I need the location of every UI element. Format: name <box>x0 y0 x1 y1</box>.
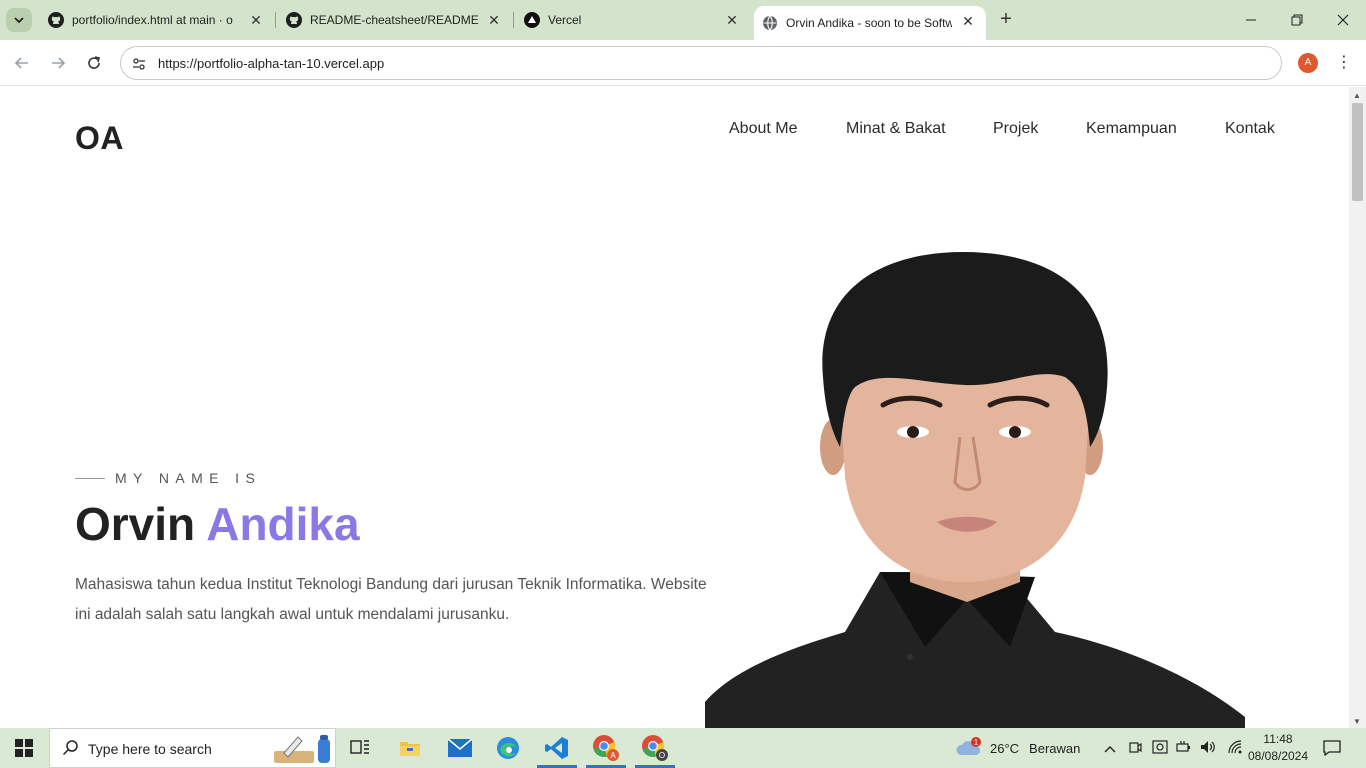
browser-toolbar: https://portfolio-alpha-tan-10.vercel.ap… <box>0 40 1366 86</box>
mail-button[interactable] <box>436 728 484 768</box>
minimize-button[interactable] <box>1228 0 1274 40</box>
antivirus-icon[interactable] <box>1152 739 1168 757</box>
clock-date: 08/08/2024 <box>1247 749 1309 763</box>
windows-logo-icon <box>15 739 33 757</box>
weather-widget[interactable]: 1 26°C Berawan <box>956 728 1080 768</box>
battery-plug-icon[interactable] <box>1176 740 1192 757</box>
tab-title: README-cheatsheet/README.m <box>310 13 478 27</box>
more-menu-icon[interactable]: ⋮ <box>1336 52 1352 74</box>
web-page: OA About Me Minat & Bakat Projek Kemampu… <box>0 87 1349 728</box>
notifications-button[interactable] <box>1323 728 1341 768</box>
edge-icon <box>497 737 519 759</box>
restore-icon <box>1291 14 1303 26</box>
tab-title: portfolio/index.html at main · o <box>72 13 233 27</box>
github-icon <box>48 12 64 28</box>
eyebrow-text: MY NAME IS <box>115 470 262 486</box>
chrome-button-profile-o[interactable]: O <box>631 728 679 768</box>
file-explorer-icon <box>400 742 420 756</box>
task-view-icon <box>350 740 369 754</box>
tab-search-button[interactable] <box>6 8 32 32</box>
weather-badge: 1 <box>974 738 979 747</box>
close-window-button[interactable] <box>1320 0 1366 40</box>
site-settings-icon[interactable] <box>131 56 147 72</box>
forward-button[interactable] <box>47 52 69 74</box>
vercel-icon <box>524 12 540 28</box>
meet-now-icon[interactable] <box>1128 740 1142 757</box>
start-button[interactable] <box>0 728 48 768</box>
chevron-up-icon[interactable] <box>1102 741 1118 756</box>
nav-about-me[interactable]: About Me <box>729 120 797 138</box>
edge-button[interactable] <box>484 728 532 768</box>
search-placeholder: Type here to search <box>88 741 212 757</box>
tab-title: Vercel <box>548 13 582 27</box>
search-icon <box>62 740 78 756</box>
scrollbar-thumb[interactable] <box>1352 103 1363 201</box>
weather-temp: 26°C <box>990 740 1020 756</box>
tab-portfolio-index[interactable]: portfolio/index.html at main · o ✕ <box>40 0 274 40</box>
profile-photo <box>705 252 1245 728</box>
vscode-button[interactable] <box>533 728 581 768</box>
chrome-button-profile-a[interactable]: A <box>582 728 630 768</box>
arrow-left-icon <box>14 57 28 69</box>
chevron-down-icon <box>14 17 24 24</box>
windows-taskbar: Type here to search A O 1 26°C Berawan 1… <box>0 728 1366 768</box>
globe-icon <box>762 15 778 31</box>
new-tab-button[interactable]: + <box>996 9 1016 30</box>
chrome-icon: A <box>593 735 619 761</box>
tab-orvin-andika[interactable]: Orvin Andika - soon to be Softw ✕ <box>754 6 986 40</box>
scroll-down-icon[interactable]: ▼ <box>1353 717 1361 726</box>
svg-text:O: O <box>659 751 665 760</box>
last-name: Andika <box>206 498 360 550</box>
eyebrow-line <box>75 477 105 479</box>
address-bar[interactable]: https://portfolio-alpha-tan-10.vercel.ap… <box>120 46 1282 80</box>
close-icon[interactable]: ✕ <box>486 12 502 28</box>
mail-icon <box>448 739 472 757</box>
notification-icon <box>1323 740 1341 756</box>
taskbar-clock[interactable]: 11:48 08/08/2024 <box>1244 731 1312 765</box>
tab-strip: portfolio/index.html at main · o ✕ READM… <box>0 0 1366 40</box>
restore-button[interactable] <box>1274 0 1320 40</box>
hero-description: Mahasiswa tahun kedua Institut Teknologi… <box>75 576 707 623</box>
reload-icon <box>88 56 100 69</box>
close-icon <box>1337 14 1349 26</box>
reload-button[interactable] <box>83 52 105 74</box>
close-icon[interactable]: ✕ <box>724 12 740 28</box>
file-explorer-button[interactable] <box>386 728 434 768</box>
github-icon <box>286 12 302 28</box>
tab-divider <box>275 12 276 28</box>
nav-kemampuan[interactable]: Kemampuan <box>1086 120 1177 138</box>
hero-name: Orvin Andika <box>75 497 360 551</box>
profile-avatar[interactable]: A <box>1298 53 1318 73</box>
vscode-icon <box>545 737 568 759</box>
search-highlight-illustration-icon <box>274 735 330 763</box>
first-name: Orvin <box>75 498 196 550</box>
task-view-button[interactable] <box>336 728 384 768</box>
scroll-up-icon[interactable]: ▲ <box>1353 91 1361 100</box>
tab-vercel[interactable]: Vercel ✕ <box>516 0 750 40</box>
nav-kontak[interactable]: Kontak <box>1225 120 1275 138</box>
weather-condition: Berawan <box>1029 740 1081 756</box>
network-icon[interactable] <box>1228 739 1244 757</box>
cloud-icon: 1 <box>956 737 981 755</box>
minimize-icon <box>1246 19 1256 21</box>
clock-time: 11:48 <box>1263 732 1293 746</box>
close-icon[interactable]: ✕ <box>960 13 976 29</box>
tab-title: Orvin Andika - soon to be Softw <box>786 16 952 30</box>
site-logo[interactable]: OA <box>75 120 124 157</box>
back-button[interactable] <box>11 52 33 74</box>
tab-divider <box>513 12 514 28</box>
nav-projek[interactable]: Projek <box>993 120 1038 138</box>
tab-readme-cheatsheet[interactable]: README-cheatsheet/README.m ✕ <box>278 0 512 40</box>
close-icon[interactable]: ✕ <box>248 12 264 28</box>
hero-eyebrow: MY NAME IS <box>75 470 261 486</box>
url-text: https://portfolio-alpha-tan-10.vercel.ap… <box>158 56 385 71</box>
svg-text:A: A <box>610 751 616 760</box>
taskbar-search[interactable]: Type here to search <box>49 728 336 768</box>
page-scrollbar[interactable]: ▲ ▼ <box>1349 87 1366 728</box>
arrow-right-icon <box>52 57 66 69</box>
system-tray <box>1102 728 1244 768</box>
nav-minat-bakat[interactable]: Minat & Bakat <box>846 120 946 138</box>
chrome-icon: O <box>642 735 668 761</box>
volume-icon[interactable] <box>1200 740 1216 757</box>
